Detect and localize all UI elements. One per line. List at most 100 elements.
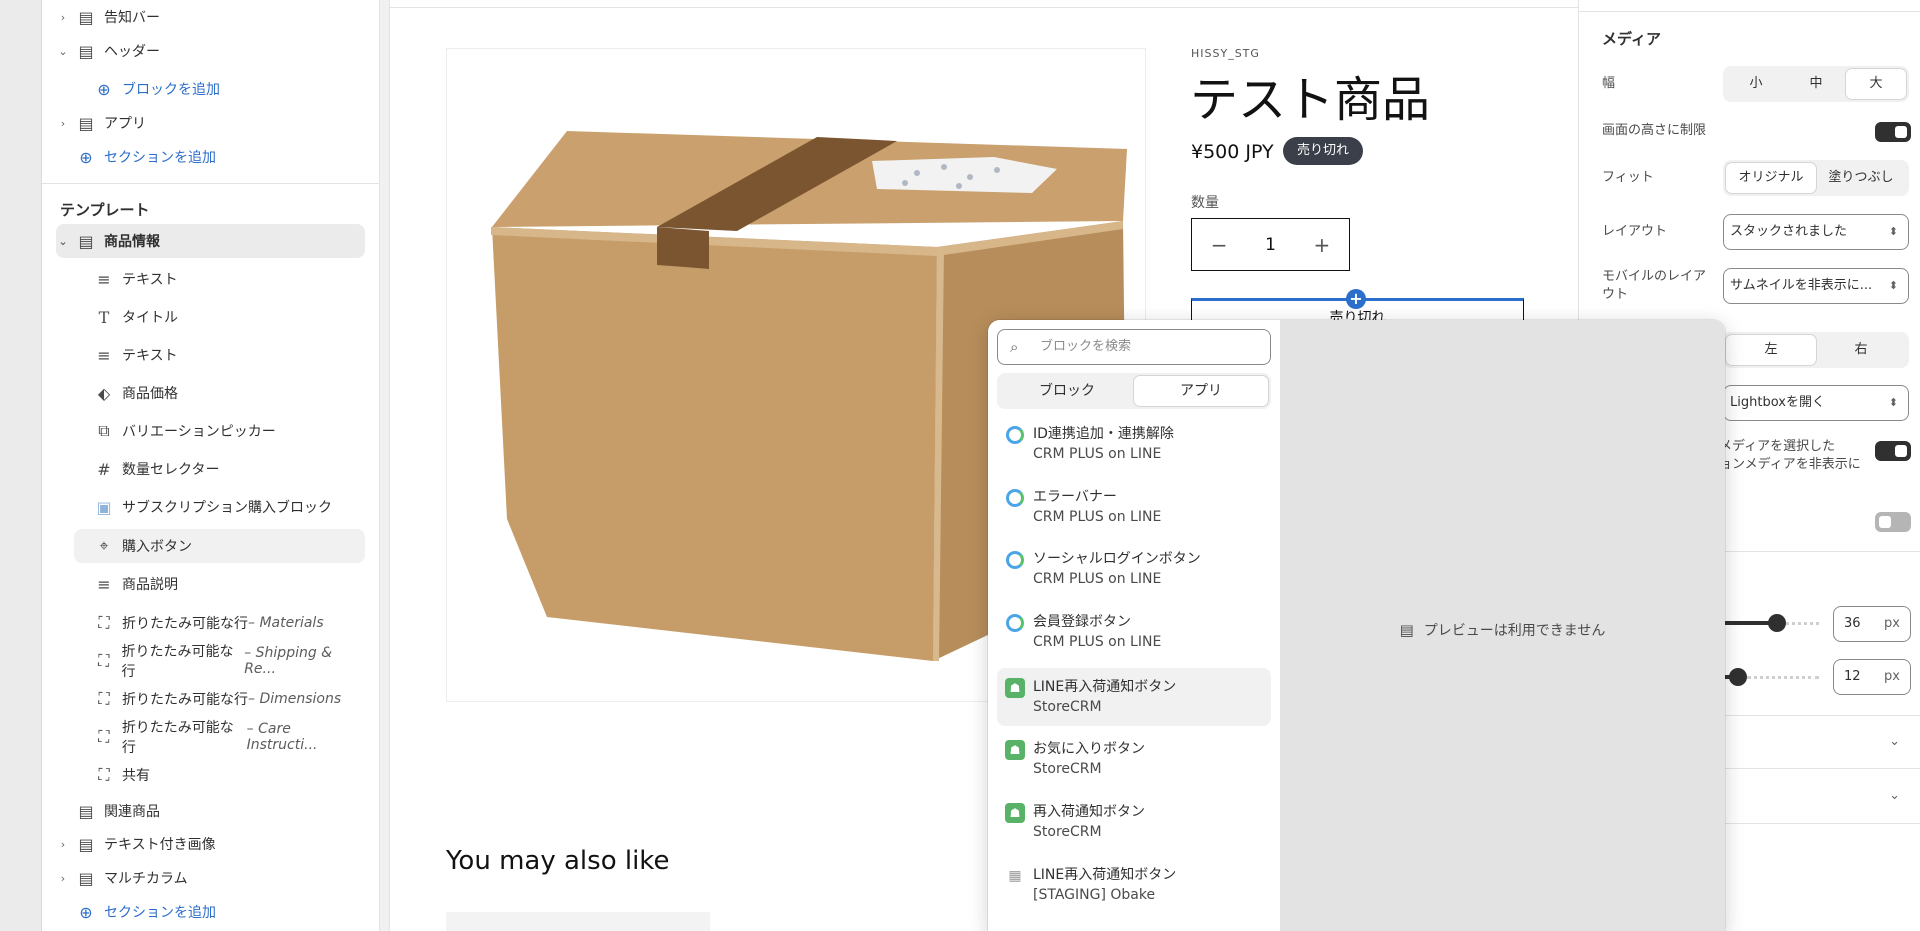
block-item-buy-button[interactable]: ⌖ 購入ボタン: [74, 529, 365, 563]
app-block-item[interactable]: ▦ LINE再入荷通知ボタン [STAGING] Obake: [997, 856, 1271, 914]
add-section-button[interactable]: ⊕ セクションを追加: [76, 140, 365, 174]
sidebar-item-image-with-text[interactable]: › ▤ テキスト付き画像: [56, 827, 365, 861]
sidebar-item-label: 関連商品: [104, 804, 160, 820]
quantity-minus-button[interactable]: −: [1211, 233, 1228, 257]
block-item[interactable]: ⧉ バリエーションピッカー: [94, 414, 365, 448]
related-product-card[interactable]: [446, 912, 710, 931]
fit-segmented-control[interactable]: オリジナル 塗りつぶし: [1723, 160, 1909, 196]
left-rail: [0, 0, 42, 931]
block-item[interactable]: ⬖ 商品価格: [94, 376, 365, 410]
section-icon: ▤: [78, 231, 94, 251]
quantity-plus-button[interactable]: +: [1313, 233, 1330, 257]
block-search-input[interactable]: ⌕ ブロックを検索: [997, 329, 1271, 365]
layout-label: レイアウト: [1602, 224, 1668, 239]
chevron-right-icon[interactable]: ›: [56, 117, 70, 130]
app-block-provider: StoreCRM: [1033, 699, 1102, 715]
collapsible-icon: ⛶: [98, 689, 110, 708]
add-block-button[interactable]: ⊕ ブロックを追加: [94, 72, 365, 106]
padding-top-input[interactable]: 36 px: [1833, 606, 1911, 642]
block-item-share[interactable]: ⛶ 共有: [94, 758, 365, 792]
template-heading: テンプレート: [60, 201, 150, 219]
chevron-down-icon[interactable]: ⌄: [56, 45, 70, 58]
app-block-provider: [STAGING] Obake: [1033, 887, 1156, 903]
product-vendor: HISSY_STG: [1191, 47, 1260, 60]
crm-plus-icon: [1006, 426, 1024, 444]
plus-circle-icon: ⊕: [97, 79, 111, 99]
hide-media-toggle[interactable]: [1875, 441, 1911, 461]
width-option-small[interactable]: 小: [1726, 69, 1786, 99]
position-option-left[interactable]: 左: [1726, 335, 1816, 365]
quantity-value[interactable]: 1: [1265, 235, 1276, 255]
section-icon: ▤: [78, 801, 94, 821]
layout-select-value: スタックされました: [1730, 224, 1848, 239]
chevron-right-icon[interactable]: ›: [56, 872, 70, 885]
buy-button-icon: ⌖: [99, 536, 109, 555]
app-block-item[interactable]: ☗ 再入荷通知ボタン StoreCRM: [997, 793, 1271, 851]
insert-block-plus-icon[interactable]: +: [1346, 289, 1366, 309]
position-segmented-control[interactable]: 左 右: [1723, 332, 1909, 368]
fit-option-fill[interactable]: 塗りつぶし: [1816, 163, 1906, 193]
block-item[interactable]: ≡ テキスト: [94, 262, 365, 296]
sidebar-item-header[interactable]: ⌄ ▤ ヘッダー: [56, 34, 365, 68]
width-segmented-control[interactable]: 小 中 大: [1723, 66, 1909, 102]
chevron-down-icon[interactable]: ⌄: [56, 235, 70, 248]
loop-video-toggle[interactable]: [1875, 512, 1911, 532]
sidebar-item-related[interactable]: ▤ 関連商品: [76, 794, 365, 828]
tab-apps[interactable]: アプリ: [1134, 376, 1268, 406]
sidebar-item-multicolumn[interactable]: › ▤ マルチカラム: [56, 861, 365, 895]
quantity-stepper[interactable]: − 1 +: [1191, 218, 1350, 271]
width-option-large[interactable]: 大: [1846, 69, 1906, 99]
padding-bottom-slider[interactable]: [1723, 668, 1819, 686]
chevron-right-icon[interactable]: ›: [56, 838, 70, 851]
block-label: 数量セレクター: [122, 462, 220, 478]
app-block-item[interactable]: ☗ お気に入りボタン StoreCRM: [997, 730, 1271, 788]
app-block-item[interactable]: 会員登録ボタン CRM PLUS on LINE: [997, 603, 1271, 661]
position-option-right[interactable]: 右: [1816, 335, 1906, 365]
block-label: バリエーションピッカー: [122, 424, 276, 440]
mobile-layout-select-value: サムネイルを非表示に...: [1730, 278, 1873, 293]
block-item[interactable]: ▣ サブスクリプション購入ブロック: [94, 490, 365, 524]
chevron-down-icon[interactable]: ⌄: [1889, 788, 1900, 803]
plus-circle-icon: ⊕: [79, 147, 93, 167]
padding-top-slider[interactable]: [1723, 614, 1819, 632]
slider-knob[interactable]: [1729, 668, 1747, 686]
layout-select[interactable]: スタックされました ⬍: [1723, 214, 1909, 250]
sidebar-item-apps[interactable]: › ▤ アプリ: [56, 106, 365, 140]
sidebar-item-product-info[interactable]: ⌄ ▤ 商品情報: [56, 224, 365, 258]
chevron-right-icon[interactable]: ›: [56, 11, 70, 24]
block-item-collapsible[interactable]: ⛶ 折りたたみ可能な行 – Dimensions: [94, 682, 365, 716]
app-block-item[interactable]: ID連携追加・連携解除 CRM PLUS on LINE: [997, 415, 1271, 473]
app-block-item-highlighted[interactable]: ☗ LINE再入荷通知ボタン StoreCRM: [997, 668, 1271, 726]
fit-option-original[interactable]: オリジナル: [1726, 163, 1816, 193]
block-label: テキスト: [122, 348, 178, 364]
width-option-medium[interactable]: 中: [1786, 69, 1846, 99]
add-section-button[interactable]: ⊕ セクションを追加: [76, 895, 365, 929]
padding-top-value: 36: [1844, 616, 1861, 631]
app-block-item[interactable]: ソーシャルログインボタン CRM PLUS on LINE: [997, 540, 1271, 598]
variant-picker-icon: ⧉: [98, 421, 110, 440]
padding-bottom-unit: px: [1884, 669, 1900, 684]
picker-tabs[interactable]: ブロック アプリ: [997, 373, 1271, 409]
tab-blocks[interactable]: ブロック: [1000, 376, 1134, 406]
block-item-collapsible[interactable]: ⛶ 折りたたみ可能な行 – Materials: [94, 606, 365, 640]
divider: [42, 183, 379, 184]
limit-height-toggle[interactable]: [1875, 122, 1911, 142]
settings-title: メディア: [1602, 30, 1661, 48]
padding-bottom-input[interactable]: 12 px: [1833, 659, 1911, 695]
block-label: 購入ボタン: [122, 539, 192, 555]
image-zoom-select[interactable]: Lightboxを開く ⬍: [1723, 385, 1909, 421]
block-item-collapsible[interactable]: ⛶ 折りたたみ可能な行 – Shipping & Re...: [94, 644, 365, 680]
text-lines-icon: ≡: [97, 345, 111, 365]
sidebar-item-announcement-bar[interactable]: › ▤ 告知バー: [56, 0, 365, 34]
block-item[interactable]: ≡ テキスト: [94, 338, 365, 372]
mobile-layout-select[interactable]: サムネイルを非表示に... ⬍: [1723, 268, 1909, 304]
app-block-item[interactable]: エラーバナー CRM PLUS on LINE: [997, 478, 1271, 536]
block-item[interactable]: ≡ 商品説明: [94, 567, 365, 601]
crm-plus-icon: [1006, 614, 1024, 632]
chevron-down-icon[interactable]: ⌄: [1889, 734, 1900, 749]
block-label: 商品説明: [122, 577, 178, 593]
block-item[interactable]: T タイトル: [94, 300, 365, 334]
block-item[interactable]: # 数量セレクター: [94, 452, 365, 486]
slider-knob[interactable]: [1768, 614, 1786, 632]
block-item-collapsible[interactable]: ⛶ 折りたたみ可能な行 – Care Instructi...: [94, 720, 365, 756]
